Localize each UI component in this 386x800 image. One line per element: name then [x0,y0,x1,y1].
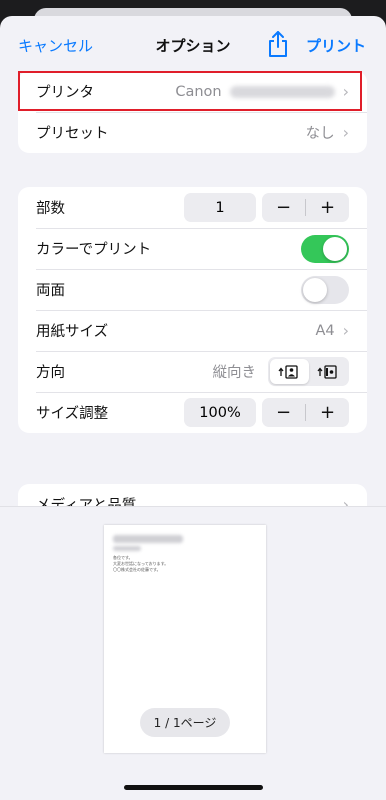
duplex-toggle[interactable] [301,275,349,304]
preset-row[interactable]: プリセット なし › [18,112,367,153]
copies-value[interactable]: 1 [184,193,256,222]
scale-increment-button[interactable]: + [306,398,349,427]
share-icon[interactable] [266,30,290,58]
landscape-orientation-icon[interactable] [309,359,348,384]
redacted-sender [113,546,141,551]
redacted-recipient [113,535,183,543]
copies-row: 部数 1 − + [18,187,367,228]
printer-group: プリンタ Canon › プリセット なし › [18,71,367,153]
copies-decrement-button[interactable]: − [262,193,305,222]
duplex-row: 両面 [18,269,367,310]
orientation-segmented-control [268,357,349,386]
scale-decrement-button[interactable]: − [262,398,305,427]
copies-label: 部数 [36,201,65,217]
color-label: カラーでプリント [36,242,152,258]
paper-size-label: 用紙サイズ [36,324,109,340]
options-group: 部数 1 − + カラーでプリント 両面 用紙サイズ A4 › 方向 縦向き サ… [18,187,367,433]
orientation-label: 方向 [36,365,65,381]
page-text-line: 〇〇株式会社の佐藤です。 [113,567,161,572]
redacted-printer-model [229,85,335,98]
scale-row: サイズ調整 100% − + [18,392,367,433]
printer-row[interactable]: プリンタ Canon › [18,71,367,112]
navbar: キャンセル オプション プリント [0,16,386,72]
scale-value[interactable]: 100% [184,398,256,427]
color-toggle[interactable] [301,234,349,263]
print-options-sheet: キャンセル オプション プリント プリンタ Canon › プリセット なし ›… [0,16,386,800]
scale-label: サイズ調整 [36,406,109,422]
orientation-value: 縦向き [212,365,257,381]
printer-label: プリンタ [36,85,94,101]
copies-stepper: − + [262,193,349,222]
toggle-knob [323,236,347,261]
color-row: カラーでプリント [18,228,367,269]
scale-stepper: − + [262,398,349,427]
print-button[interactable]: プリント [306,35,366,56]
home-indicator [124,785,263,790]
chevron-right-icon: › [342,82,349,101]
copies-increment-button[interactable]: + [306,193,349,222]
print-preview-area: 各位です。 大変お世話になっております。 〇〇株式会社の佐藤です。 [0,506,386,800]
duplex-label: 両面 [36,283,65,299]
chevron-right-icon: › [342,321,349,340]
paper-size-value: A4 [315,322,335,339]
printer-value: Canon [175,83,222,100]
page-indicator: 1 / 1ページ [140,708,230,737]
paper-size-row[interactable]: 用紙サイズ A4 › [18,310,367,351]
portrait-orientation-icon[interactable] [270,359,309,384]
preset-label: プリセット [36,126,109,142]
orientation-row: 方向 縦向き [18,351,367,392]
preset-value: なし [305,126,335,142]
chevron-right-icon: › [342,123,349,142]
toggle-knob [303,277,327,302]
